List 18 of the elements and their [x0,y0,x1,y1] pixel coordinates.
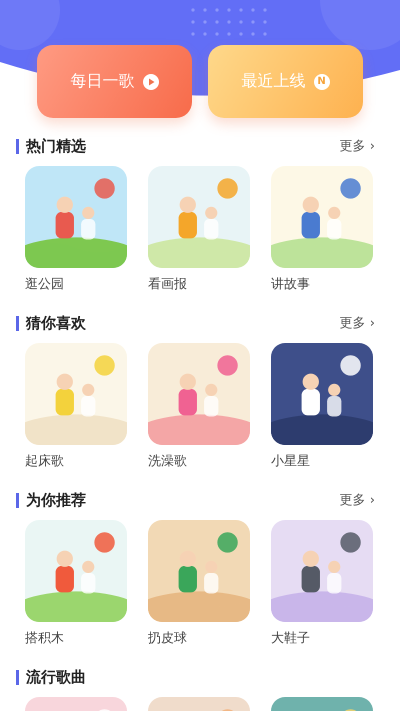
more-link[interactable]: 更多 › [340,491,375,509]
new-badge: N [314,74,330,90]
item-title: 扔皮球 [148,630,188,648]
more-link[interactable]: 更多 › [340,137,375,155]
item-title: 看画报 [148,276,188,294]
item-title: 逛公园 [25,276,65,294]
item-title: 洗澡歌 [148,453,188,471]
item-title: 搭积木 [25,630,65,648]
section-title: 流行歌曲 [26,668,86,686]
item-title: 小星星 [271,453,311,471]
item-title: 起床歌 [25,453,65,471]
section-title: 热门精选 [26,136,86,156]
more-link[interactable]: 更多 › [340,314,375,332]
section-title: 猜你喜欢 [26,314,86,332]
section-title: 为你推荐 [26,490,86,510]
item-title: 大鞋子 [271,630,311,648]
play-icon [142,74,158,90]
item-title: 讲故事 [271,276,311,294]
